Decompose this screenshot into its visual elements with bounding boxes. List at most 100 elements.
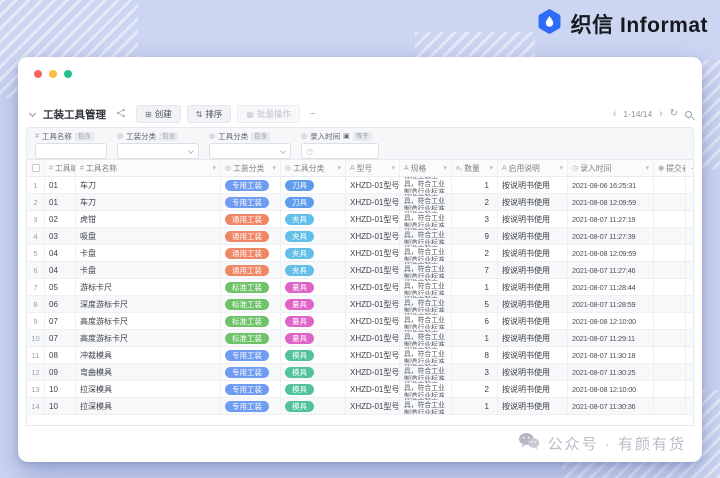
column-header-code[interactable]: #工具编号▾: [45, 160, 76, 176]
column-header-name[interactable]: # 工具名称 ▾: [76, 160, 221, 176]
column-header-qty[interactable]: x₂ 数量 ▾: [452, 160, 498, 176]
cell-submitter: [654, 194, 686, 210]
row-index: 10: [27, 330, 45, 346]
close-window-icon[interactable]: [34, 70, 42, 78]
cell-qty: 1: [452, 279, 498, 295]
table-row[interactable]: 604卡盘通用工装 夹具 XHZD-01型号标准工装工具，符合工业制造行业标准7按说…: [27, 262, 693, 279]
column-header-cat1[interactable]: ◎ 工装分类 ▾: [221, 160, 281, 176]
refresh-icon[interactable]: ↻: [670, 109, 678, 119]
filter-datetime-input[interactable]: ◷: [301, 143, 379, 159]
row-index: 13: [27, 381, 45, 397]
cell-cat2: 夹具: [281, 245, 346, 261]
table-row[interactable]: 302虎钳通用工装夹具XHZD-01型号标准工装工具，符合工业制造行业标准3按说…: [27, 211, 693, 228]
cell-usage: 按说明书使用: [498, 262, 568, 278]
column-menu-caret-icon[interactable]: ▾: [645, 164, 649, 172]
table-row[interactable]: 201车刀专用工装刀具XHZD-01型号标准工装工具，符合工业制造行业标准2按说…: [27, 194, 693, 211]
row-index: 2: [27, 194, 45, 210]
cell-code: 04: [45, 262, 76, 278]
filter-text-input[interactable]: [35, 143, 107, 159]
maximize-window-icon[interactable]: [64, 70, 72, 78]
minimize-window-icon[interactable]: [49, 70, 57, 78]
create-button[interactable]: ⊞ 创建: [136, 105, 181, 123]
table-row[interactable]: 101车刀专用工装刀具XHZD-01型号标准工装工具，符合工业制造行业标准1按说…: [27, 177, 693, 194]
create-icon: ⊞: [145, 109, 152, 119]
cell-code: 01: [45, 177, 76, 193]
cell-cat1: 专用工装: [221, 364, 281, 380]
cell-submitter: [654, 279, 686, 295]
filter-operator-tag[interactable]: 等于: [352, 131, 372, 141]
table-row[interactable]: 403吸盘通用工装 夹具 XHZD-01型号标准工装工具，符合工业制造行业标准9按说…: [27, 228, 693, 245]
column-header-model[interactable]: A 型号 ▾: [346, 160, 400, 176]
cell-name: 拉深模具: [76, 381, 221, 397]
category-badge: 专用工装: [225, 400, 269, 412]
row-index: 6: [27, 262, 45, 278]
column-header-cat2[interactable]: ◎ 工具分类 ▾: [281, 160, 346, 176]
column-label: 录入时间: [580, 163, 612, 173]
text-type-icon: A: [350, 164, 355, 172]
cell-model: XHZD-01型号: [346, 245, 400, 261]
cell-name: 深度游标卡尺: [76, 296, 221, 312]
more-button[interactable]: −: [306, 109, 320, 120]
column-label: 工装分类: [233, 163, 265, 173]
table-row[interactable]: 1209弯曲模具专用工装 模具 XHZD-01型号标准工装工具，符合工业制造行业标准…: [27, 364, 693, 381]
share-icon[interactable]: [116, 105, 126, 123]
table-row[interactable]: 1007高度游标卡尺标准工装 量具 XHZD-01型号标准工装工具，符合工业制造行业…: [27, 330, 693, 347]
column-header-usage[interactable]: A 启用说明 ▾: [498, 160, 568, 176]
table-row[interactable]: 504卡盘通用工装 夹具 XHZD-01型号标准工装工具，符合工业制造行业标准2按说…: [27, 245, 693, 262]
table-row[interactable]: 806深度游标卡尺标准工装 量具 XHZD-01型号标准工装工具，符合工业制造行业标…: [27, 296, 693, 313]
cell-name: 冲裁模具: [76, 347, 221, 363]
chevron-down-icon[interactable]: [28, 109, 37, 117]
sort-button[interactable]: ⇅ 排序: [186, 105, 232, 123]
filter-field-3: ◎ 工具分类 包含: [209, 131, 291, 159]
table-row[interactable]: 1310拉深模具专用工装 模具 XHZD-01型号标准工装工具，符合工业制造行业标准…: [27, 381, 693, 398]
cell-submitter: [654, 211, 686, 227]
column-menu-caret-icon[interactable]: ▾: [337, 164, 341, 172]
column-menu-caret-icon[interactable]: ▾: [391, 164, 395, 172]
app-window: 工装工具管理 ⊞ 创建 ⇅ 排序 ▦ 批量操作 − ‹ 1-14/14 › ↻ …: [18, 57, 702, 462]
select-type-icon: ◎: [117, 133, 124, 140]
column-header-submitter[interactable]: ◉提交者▾: [654, 160, 686, 176]
filter-operator-tag[interactable]: 包含: [74, 131, 94, 141]
table-row[interactable]: 907高度游标卡尺标准工装 量具 XHZD-01型号标准工装工具，符合工业制造行业标…: [27, 313, 693, 330]
cell-submitter: [654, 313, 686, 329]
cell-cat2: 夹具: [281, 262, 346, 278]
column-menu-caret-icon[interactable]: ▾: [443, 164, 447, 172]
cell-submitter: [654, 330, 686, 346]
next-page-icon[interactable]: ›: [659, 109, 662, 119]
column-menu-caret-icon[interactable]: ▾: [272, 164, 276, 172]
cell-code: 05: [45, 279, 76, 295]
column-header-spec[interactable]: A 规格 ▾: [400, 160, 452, 176]
filter-operator-tag[interactable]: 包含: [159, 131, 179, 141]
text-type-icon: #: [80, 164, 84, 172]
category-badge: 量具: [285, 281, 314, 293]
search-icon[interactable]: [685, 110, 692, 118]
table-row[interactable]: 705游标卡尺标准工装 量具 XHZD-01型号标准工装工具，符合工业制造行业标准1…: [27, 279, 693, 296]
filter-select[interactable]: [117, 143, 199, 159]
row-index: 9: [27, 313, 45, 329]
table-row[interactable]: 1108冲裁模具专用工装 模具 XHZD-01型号标准工装工具，符合工业制造行业标准…: [27, 347, 693, 364]
batch-actions-button[interactable]: ▦ 批量操作: [237, 105, 301, 123]
column-label: 工具分类: [293, 163, 325, 173]
cell-spec: 标准工装工具，符合工业制造行业标准: [400, 262, 452, 278]
filter-field-4: ◎ 录入时间 ▣ 等于 ◷: [301, 131, 379, 159]
column-menu-caret-icon[interactable]: ▾: [212, 164, 216, 172]
cell-empty: [686, 177, 693, 193]
filter-select[interactable]: [209, 143, 291, 159]
prev-page-icon[interactable]: ‹: [613, 109, 616, 119]
filter-label: # 工具名称 包含: [35, 131, 107, 141]
filter-operator-tag[interactable]: 包含: [251, 131, 271, 141]
select-all-cell: [27, 160, 45, 176]
table-row[interactable]: 1410拉深模具专用工装 模具 XHZD-01型号标准工装工具，符合工业制造行业标准…: [27, 398, 693, 415]
cell-code: 04: [45, 245, 76, 261]
add-column-button[interactable]: ＋: [686, 160, 693, 176]
column-header-time[interactable]: ◷ 录入时间 ▾: [568, 160, 654, 176]
cell-cat1: 通用工装: [221, 211, 281, 227]
filter-label: ◎ 录入时间 ▣ 等于: [301, 131, 379, 141]
column-menu-caret-icon[interactable]: ▾: [489, 164, 493, 172]
row-index: 8: [27, 296, 45, 312]
column-menu-caret-icon[interactable]: ▾: [559, 164, 563, 172]
cell-time: 2021-08-07 11:27:39: [568, 228, 654, 244]
select-all-checkbox[interactable]: [31, 164, 40, 172]
view-title[interactable]: 工装工具管理: [43, 107, 106, 122]
row-index: 11: [27, 347, 45, 363]
